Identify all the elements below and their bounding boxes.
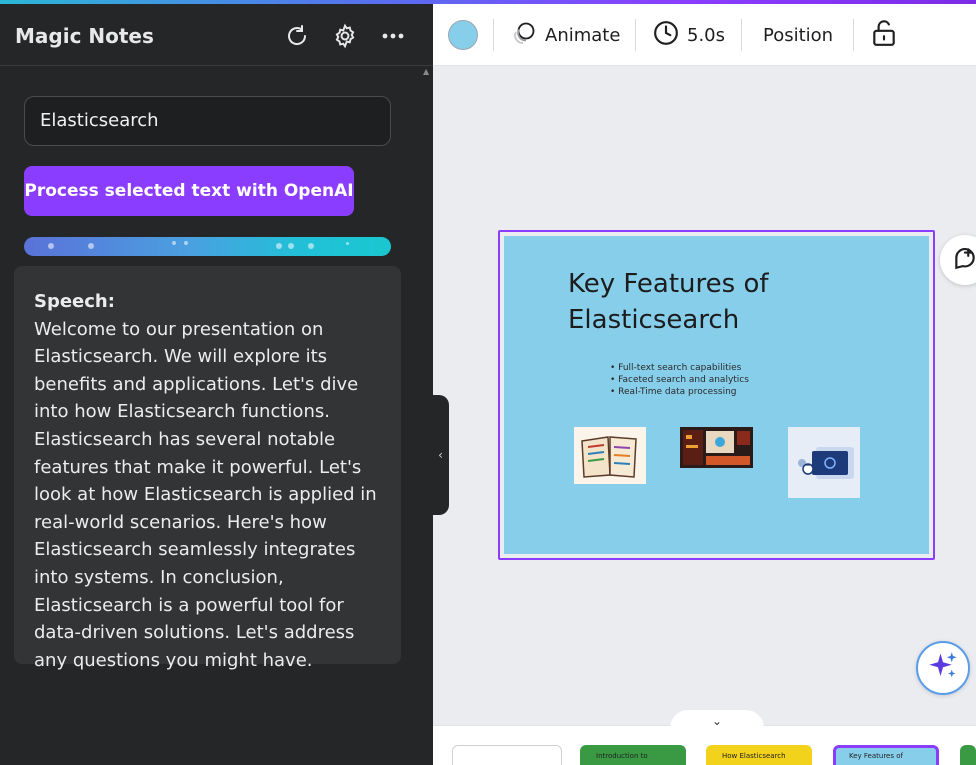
- data-cluster-image[interactable]: [788, 427, 860, 498]
- refresh-icon[interactable]: [283, 22, 311, 50]
- page-thumbnail-selected[interactable]: Key Features of: [833, 745, 939, 765]
- add-comment-button[interactable]: [940, 235, 976, 285]
- page-thumbnail[interactable]: How Elasticsearch: [706, 745, 812, 765]
- unlock-icon: [871, 19, 897, 52]
- animate-icon: [511, 20, 537, 51]
- gear-icon[interactable]: [331, 22, 359, 50]
- lock-button[interactable]: [871, 4, 897, 66]
- editor-toolbar: Animate 5.0s Position: [433, 4, 976, 66]
- slide-bullet: • Faceted search and analytics: [610, 375, 749, 385]
- page-thumbnail[interactable]: Introduction to: [580, 745, 686, 765]
- position-label: Position: [763, 24, 834, 46]
- position-button[interactable]: Position: [763, 4, 833, 66]
- page-thumbnail[interactable]: [960, 745, 976, 765]
- color-swatch[interactable]: [448, 20, 478, 50]
- progress-sparkle: [184, 241, 188, 245]
- slide-bullet: • Real-Time data processing: [610, 387, 737, 397]
- progress-sparkle: [276, 243, 282, 249]
- clock-icon: [653, 20, 679, 51]
- more-options-icon[interactable]: [379, 22, 407, 50]
- speech-text: Welcome to our presentation on Elasticse…: [34, 318, 377, 671]
- topic-input[interactable]: Elasticsearch: [24, 96, 391, 146]
- progress-sparkle: [288, 243, 294, 249]
- book-illustration-image[interactable]: [574, 427, 646, 484]
- processing-progress-bar: [24, 237, 391, 256]
- toolbar-divider: [853, 19, 854, 51]
- process-with-openai-button[interactable]: Process selected text with OpenAI: [24, 166, 354, 216]
- collapse-panel-button[interactable]: ‹: [432, 395, 449, 515]
- page-thumbnail[interactable]: [452, 745, 562, 765]
- animate-button[interactable]: Animate: [511, 4, 620, 66]
- chevron-down-icon[interactable]: ⌄: [670, 710, 764, 728]
- sparkle-icon: [928, 651, 958, 685]
- slide-bullet-list[interactable]: • Full-text search capabilities • Facete…: [610, 362, 749, 398]
- duration-label: 5.0s: [687, 24, 726, 46]
- slide-title[interactable]: Key Features of Elasticsearch: [568, 266, 828, 338]
- progress-sparkle: [346, 242, 349, 245]
- toolbar-divider: [635, 19, 636, 51]
- progress-sparkle: [88, 243, 94, 249]
- slide-bullet: • Full-text search capabilities: [610, 363, 742, 373]
- speech-label: Speech:: [34, 291, 115, 312]
- dashboard-screenshot-image[interactable]: [680, 427, 753, 468]
- progress-sparkle: [172, 241, 176, 245]
- scroll-up-arrow[interactable]: ▲: [423, 67, 429, 76]
- slide-canvas[interactable]: Key Features of Elasticsearch • Full-tex…: [504, 236, 929, 554]
- magic-assistant-button[interactable]: [916, 641, 970, 695]
- progress-sparkle: [308, 243, 314, 249]
- panel-title: Magic Notes: [15, 24, 154, 48]
- panel-header: Magic Notes: [0, 4, 433, 66]
- toolbar-divider: [493, 19, 494, 51]
- animate-label: Animate: [545, 24, 621, 46]
- comment-plus-icon: [952, 245, 976, 275]
- magic-notes-panel: Magic Notes ▲ Elasticsearch Process sele…: [0, 4, 433, 765]
- progress-sparkle: [48, 243, 54, 249]
- toolbar-divider: [741, 19, 742, 51]
- speech-notes-card: Speech: Welcome to our presentation on E…: [14, 266, 401, 671]
- duration-button[interactable]: 5.0s: [653, 4, 725, 66]
